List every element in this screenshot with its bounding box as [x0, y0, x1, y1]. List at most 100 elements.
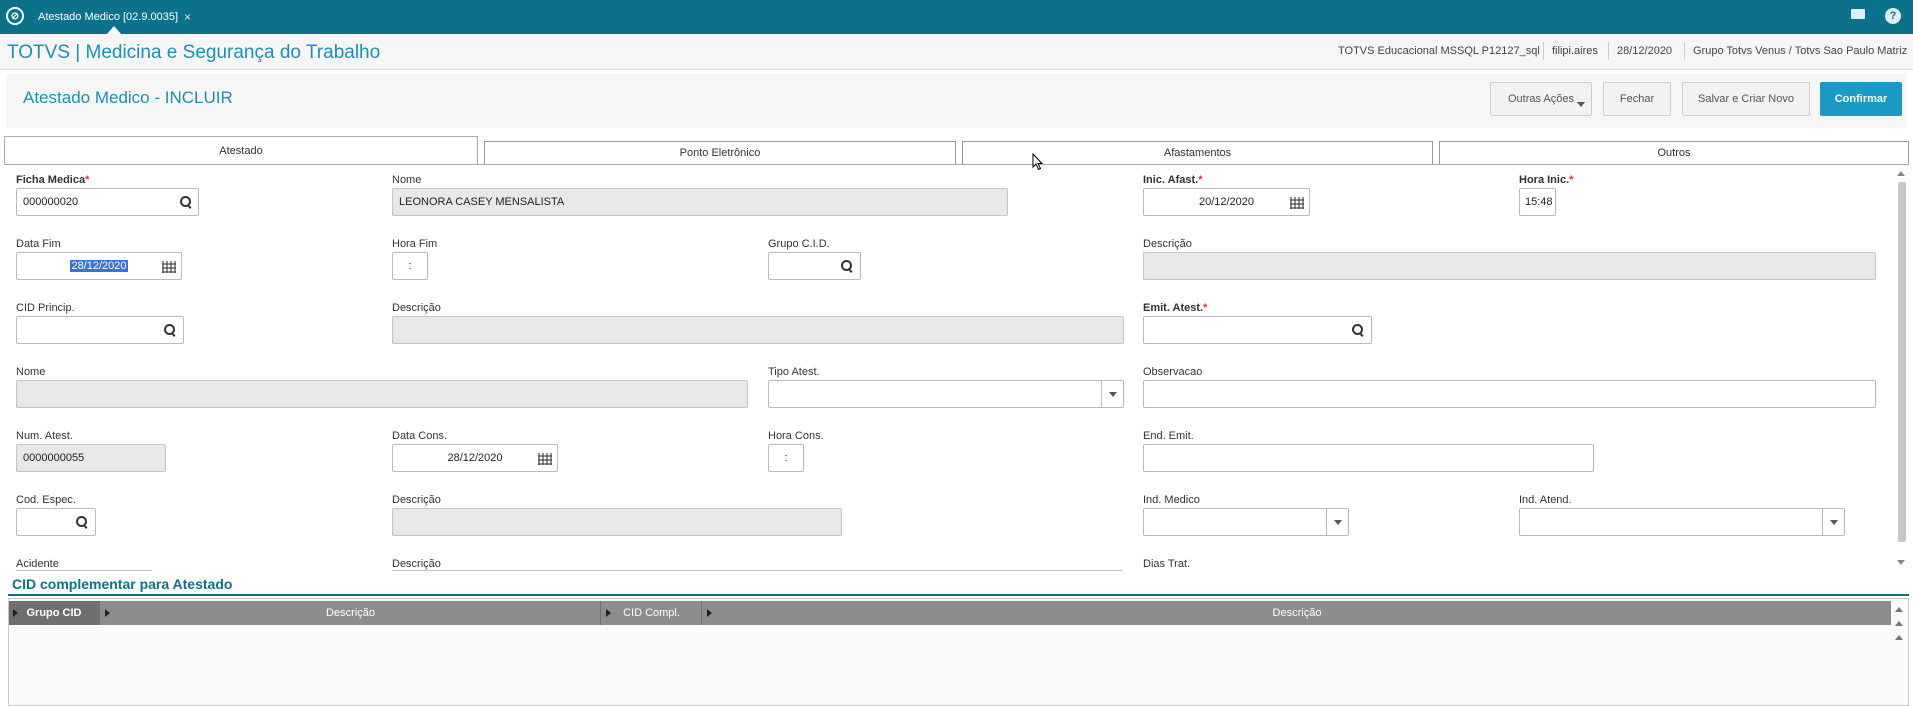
tab-outros[interactable]: Outros — [1439, 141, 1909, 165]
hora-cons-label: Hora Cons. — [768, 430, 824, 442]
data-fim-input[interactable]: 28/12/2020 — [16, 252, 182, 280]
close-button[interactable]: Fechar — [1603, 82, 1671, 116]
grupo-cid-label: Grupo C.I.D. — [768, 238, 830, 250]
search-icon[interactable] — [164, 324, 176, 336]
form-scrollbar[interactable] — [1896, 168, 1907, 572]
ficha-medica-input[interactable]: 000000020 — [16, 188, 199, 216]
scrollbar-thumb[interactable] — [1898, 182, 1906, 542]
hora-fim-label: Hora Fim — [392, 238, 438, 250]
nome-label: Nome — [392, 174, 422, 186]
chevron-down-icon[interactable] — [1822, 509, 1844, 535]
scroll-down-icon[interactable] — [1897, 560, 1905, 565]
tipo-atest-select[interactable] — [768, 380, 1124, 408]
end-emit-input[interactable] — [1143, 444, 1594, 472]
date-label[interactable]: 28/12/2020 — [1617, 45, 1672, 57]
help-icon[interactable]: ? — [1885, 8, 1901, 24]
separator — [1684, 42, 1685, 60]
search-icon[interactable] — [76, 516, 88, 528]
column-label: Grupo CID — [26, 607, 82, 619]
hora-cons-input[interactable]: : — [768, 444, 804, 472]
search-icon[interactable] — [841, 260, 853, 272]
inic-afast-value: 20/12/2020 — [1198, 196, 1255, 208]
scroll-up-icon[interactable] — [1895, 621, 1903, 626]
inic-afast-label: Inic. Afast.* — [1143, 174, 1203, 186]
descricao-label: Descrição — [1143, 238, 1192, 250]
emit-atest-label: Emit. Atest.* — [1143, 302, 1208, 314]
column-header-descricao[interactable]: Descrição — [101, 601, 601, 625]
cid-complementar-grid[interactable]: Grupo CID Descrição CID Compl. Descrição — [8, 598, 1909, 706]
chevron-down-icon[interactable] — [1326, 509, 1348, 535]
save-and-new-button[interactable]: Salvar e Criar Novo — [1682, 82, 1810, 116]
descricao-label: Descrição — [392, 494, 441, 506]
close-tab-icon[interactable]: × — [184, 10, 191, 24]
grupo-cid-input[interactable] — [768, 252, 861, 280]
column-label: CID Compl. — [623, 607, 680, 619]
hora-inic-input[interactable]: 15:48 — [1519, 188, 1556, 216]
active-tab-caret-icon — [107, 26, 121, 34]
column-header-descricao-compl[interactable]: Descrição — [703, 601, 1891, 625]
descricao-cid-princip-field — [392, 316, 1124, 344]
form-title: Atestado Medico - INCLUIR — [23, 88, 233, 107]
search-icon[interactable] — [180, 196, 192, 208]
grid-scrollbar[interactable] — [1892, 601, 1906, 705]
more-actions-button[interactable]: Outras Ações — [1490, 82, 1592, 116]
calendar-icon[interactable] — [1290, 197, 1304, 209]
nome-emitente-field — [16, 380, 748, 408]
separator — [1543, 42, 1544, 60]
confirm-button[interactable]: Confirmar — [1820, 82, 1902, 116]
hora-fim-input[interactable]: : — [392, 252, 428, 280]
totvs-logo-icon[interactable]: ⊘ — [6, 7, 24, 25]
data-fim-label: Data Fim — [16, 238, 61, 250]
descricao-label: Descrição — [392, 558, 441, 570]
acidente-label: Acidente — [16, 558, 59, 570]
search-icon[interactable] — [1352, 324, 1364, 336]
mail-icon[interactable] — [1851, 9, 1865, 19]
column-label: Descrição — [326, 607, 375, 619]
ind-atend-label: Ind. Atend. — [1519, 494, 1572, 506]
data-cons-value: 28/12/2020 — [447, 452, 503, 464]
tab-atestado[interactable]: Atestado — [4, 136, 478, 165]
scroll-up-icon[interactable] — [1895, 635, 1903, 640]
tipo-atest-label: Tipo Atest. — [768, 366, 820, 378]
tab-ponto-eletronico[interactable]: Ponto Eletrônico — [484, 141, 956, 165]
ind-medico-label: Ind. Medico — [1143, 494, 1200, 506]
scroll-up-icon[interactable] — [1897, 171, 1905, 176]
column-arrow-icon — [707, 609, 712, 617]
emit-atest-input[interactable] — [1143, 316, 1372, 344]
column-arrow-icon — [13, 609, 18, 617]
window-tab-label: Atestado Medico [02.9.0035] — [38, 11, 179, 23]
num-atest-label: Num. Atest. — [16, 430, 73, 442]
company-label[interactable]: Grupo Totvs Venus / Totvs Sao Paulo Matr… — [1693, 45, 1907, 57]
data-cons-input[interactable]: 28/12/2020 — [392, 444, 558, 472]
ind-atend-select[interactable] — [1519, 508, 1845, 536]
user-label[interactable]: filipi.aires — [1552, 45, 1598, 57]
inic-afast-input[interactable]: 20/12/2020 — [1143, 188, 1310, 216]
observacao-input[interactable] — [1143, 380, 1876, 408]
column-label: Descrição — [1272, 607, 1322, 619]
data-cons-label: Data Cons. — [392, 430, 448, 442]
calendar-icon[interactable] — [538, 453, 552, 465]
calendar-icon[interactable] — [162, 261, 176, 273]
num-atest-field: 0000000055 — [16, 444, 166, 472]
cid-princip-label: CID Princip. — [16, 302, 75, 314]
grid-header: Grupo CID Descrição CID Compl. Descrição — [9, 601, 1891, 625]
scroll-top-icon[interactable] — [1895, 607, 1903, 612]
column-header-cid-compl[interactable]: CID Compl. — [602, 601, 702, 625]
chevron-down-icon[interactable] — [1101, 381, 1123, 407]
chevron-down-icon — [1577, 102, 1585, 107]
ind-medico-select[interactable] — [1143, 508, 1349, 536]
cid-princip-input[interactable] — [16, 316, 184, 344]
descricao-cid-field — [1143, 252, 1876, 280]
descricao-espec-field — [392, 508, 842, 536]
cod-espec-input[interactable] — [16, 508, 96, 536]
ficha-medica-value: 000000020 — [23, 196, 79, 208]
hora-inic-label: Hora Inic.* — [1519, 174, 1574, 186]
column-header-grupo-cid[interactable]: Grupo CID — [9, 601, 100, 625]
environment-label[interactable]: TOTVS Educacional MSSQL P12127_sql — [1338, 45, 1540, 57]
more-actions-label: Outras Ações — [1507, 93, 1575, 105]
descricao-acidente-edge — [392, 570, 1122, 571]
grid-title-underline — [8, 594, 1909, 596]
acidente-input-edge[interactable] — [16, 570, 152, 571]
column-arrow-icon — [105, 609, 110, 617]
descricao-label: Descrição — [392, 302, 441, 314]
